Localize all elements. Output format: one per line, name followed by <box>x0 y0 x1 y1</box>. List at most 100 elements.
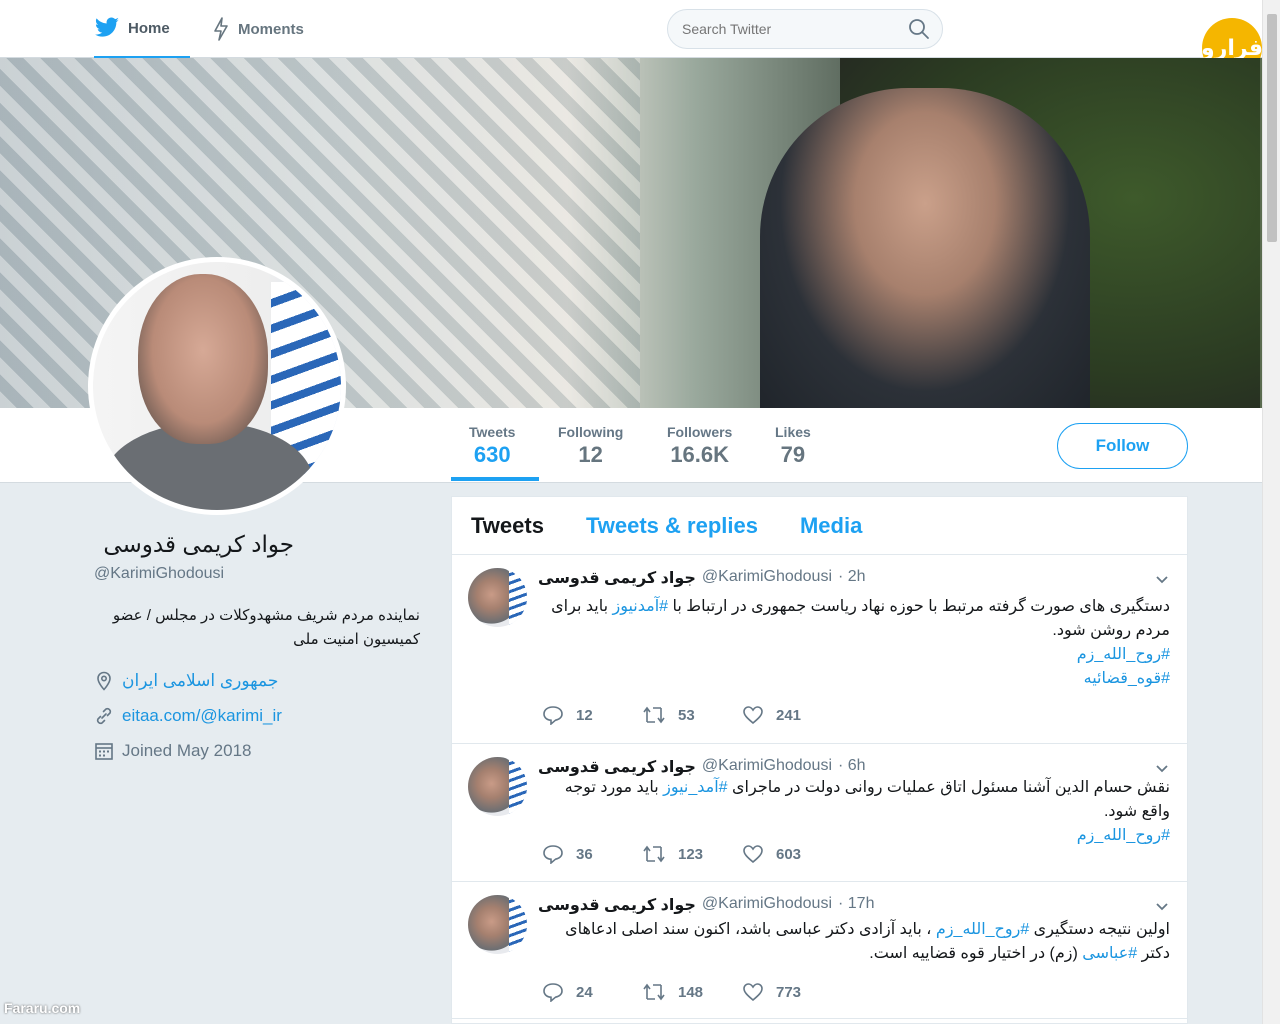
chevron-down-icon[interactable] <box>1155 762 1169 776</box>
banner-person <box>760 88 1090 408</box>
retweet-button[interactable]: 148 <box>642 982 742 1002</box>
search-box[interactable] <box>667 9 943 49</box>
tweet-time[interactable]: · 2h <box>838 568 866 588</box>
avatar-face <box>138 274 268 444</box>
stat-likes[interactable]: Likes 79 <box>775 424 811 468</box>
tweet-author-name[interactable]: جواد کریمی قدوسی <box>538 757 696 777</box>
chevron-down-icon[interactable] <box>1155 900 1169 914</box>
reply-button[interactable]: 12 <box>542 705 642 725</box>
home-bird-icon <box>94 17 119 37</box>
tweet-text-part: نقش حسام الدین آشنا مسئول اتاق عملیات رو… <box>727 779 1170 796</box>
stat-following[interactable]: Following 12 <box>558 424 623 468</box>
tweet-avatar[interactable] <box>468 757 527 816</box>
follow-button[interactable]: Follow <box>1057 423 1188 469</box>
tweet-author-handle[interactable]: @KarimiGhodousi <box>702 568 832 588</box>
tweet[interactable]: جواد کریمی قدوسی @KarimiGhodousi · 6h نق… <box>452 744 1187 882</box>
stat-followers-value: 16.6K <box>670 442 730 467</box>
stat-tweets[interactable]: Tweets 630 <box>469 424 515 468</box>
tweet-author-handle[interactable]: @KarimiGhodousi <box>702 757 832 777</box>
tweet-author-name[interactable]: جواد کریمی قدوسی <box>538 895 696 915</box>
stat-likes-value: 79 <box>780 442 806 467</box>
retweet-count: 53 <box>678 706 695 724</box>
profile-name[interactable]: جواد کریمی قدوسی <box>94 531 294 558</box>
hashtag-link[interactable]: #آمد_نیوز <box>663 779 727 796</box>
tweet-header: جواد کریمی قدوسی @KarimiGhodousi · 2h <box>538 568 866 588</box>
like-count: 773 <box>776 983 802 1001</box>
tweet-text-part: دستگیری های صورت گرفته مرتبط با حوزه نها… <box>668 598 1171 615</box>
lightning-icon <box>214 17 228 41</box>
nav-home-label: Home <box>128 19 170 37</box>
retweet-icon <box>643 706 665 724</box>
website-link[interactable]: eitaa.com/@karimi_ir <box>122 706 282 726</box>
tweet-text-part: اولین نتیجه دستگیری <box>1029 921 1170 938</box>
profile-joined: Joined May 2018 <box>94 741 251 761</box>
profile-bio: نماینده مردم شریف مشهدوکلات در مجلس / عض… <box>112 607 420 648</box>
tweet-author-handle[interactable]: @KarimiGhodousi <box>702 895 832 915</box>
tab-tweets-replies[interactable]: Tweets & replies <box>586 513 758 539</box>
like-button[interactable]: 603 <box>742 844 842 864</box>
retweet-icon <box>643 845 665 863</box>
joined-date: Joined May 2018 <box>122 741 252 760</box>
active-stat-indicator <box>451 477 539 481</box>
stat-following-value: 12 <box>578 442 603 467</box>
search-icon[interactable] <box>908 18 930 40</box>
timeline: Tweets Tweets & replies Media جواد کریمی… <box>451 496 1188 1024</box>
retweet-icon <box>643 983 665 1001</box>
heart-icon <box>743 845 763 864</box>
nav-home[interactable]: Home <box>94 0 190 58</box>
profile-website: eitaa.com/@karimi_ir <box>94 706 282 726</box>
scrollbar-thumb[interactable] <box>1267 14 1277 242</box>
avatar-photo <box>93 262 341 510</box>
stat-followers[interactable]: Followers 16.6K <box>667 424 732 468</box>
tweet-header: جواد کریمی قدوسی @KarimiGhodousi · 6h <box>538 757 866 777</box>
hashtag-link[interactable]: #آمدنیوز <box>612 598 668 615</box>
heart-icon <box>743 706 763 725</box>
hashtag-link[interactable]: #روح_الله_زم <box>936 921 1029 938</box>
reply-button[interactable]: 24 <box>542 982 642 1002</box>
hashtag-link[interactable]: #روح_الله_زم <box>538 643 1170 667</box>
tweet-avatar[interactable] <box>468 895 527 954</box>
stat-followers-label: Followers <box>667 424 733 440</box>
tab-tweets[interactable]: Tweets <box>471 513 544 539</box>
reply-icon <box>543 706 563 725</box>
tweet-author-name[interactable]: جواد کریمی قدوسی <box>538 568 696 588</box>
tweet-avatar[interactable] <box>468 568 527 627</box>
tweet-text: نقش حسام الدین آشنا مسئول اتاق عملیات رو… <box>538 776 1170 848</box>
tab-media[interactable]: Media <box>800 513 862 539</box>
reply-icon <box>543 983 563 1002</box>
top-navigation: Home Moments <box>0 0 1262 58</box>
nav-moments[interactable]: Moments <box>212 0 304 58</box>
like-button[interactable]: 241 <box>742 705 842 725</box>
hashtag-link[interactable]: #عباسی <box>1082 945 1137 962</box>
watermark: Fararu.com <box>4 1000 81 1016</box>
tweet-time[interactable]: · 6h <box>838 757 866 777</box>
hashtag-link[interactable]: #قوه_قضائیه <box>538 667 1170 691</box>
like-button[interactable]: 773 <box>742 982 842 1002</box>
tweet-actions: 24 148 773 <box>542 982 842 1002</box>
tweet[interactable]: جواد کریمی قدوسی @KarimiGhodousi · 2h دس… <box>452 555 1187 744</box>
tweet-actions: 12 53 241 <box>542 705 842 725</box>
profile-location: جمهوری اسلامی ایران <box>94 671 278 691</box>
timeline-tabs: Tweets Tweets & replies Media <box>452 497 1187 555</box>
reply-count: 36 <box>576 845 593 863</box>
reply-count: 24 <box>576 983 593 1001</box>
chevron-down-icon[interactable] <box>1155 573 1169 587</box>
tweet-text-part: (زم) در اختیار قوه قضاییه است. <box>869 945 1083 962</box>
stat-tweets-value: 630 <box>473 442 511 467</box>
tweet-time[interactable]: · 17h <box>838 895 874 915</box>
like-count: 603 <box>776 845 802 863</box>
tweet[interactable]: جواد کریمی قدوسی @KarimiGhodousi · 17h ا… <box>452 882 1187 1019</box>
nav-moments-label: Moments <box>238 20 304 38</box>
page-scrollbar[interactable] <box>1262 0 1280 1024</box>
reply-button[interactable]: 36 <box>542 844 642 864</box>
location-link[interactable]: جمهوری اسلامی ایران <box>122 671 278 691</box>
profile-handle[interactable]: @KarimiGhodousi <box>94 565 224 583</box>
stat-following-label: Following <box>558 424 624 440</box>
retweet-button[interactable]: 123 <box>642 844 742 864</box>
search-input[interactable] <box>682 21 892 37</box>
tweet-actions: 36 123 603 <box>542 844 842 864</box>
stat-tweets-label: Tweets <box>469 424 516 440</box>
profile-avatar[interactable] <box>88 257 346 515</box>
reply-count: 12 <box>576 706 593 724</box>
retweet-button[interactable]: 53 <box>642 705 742 725</box>
